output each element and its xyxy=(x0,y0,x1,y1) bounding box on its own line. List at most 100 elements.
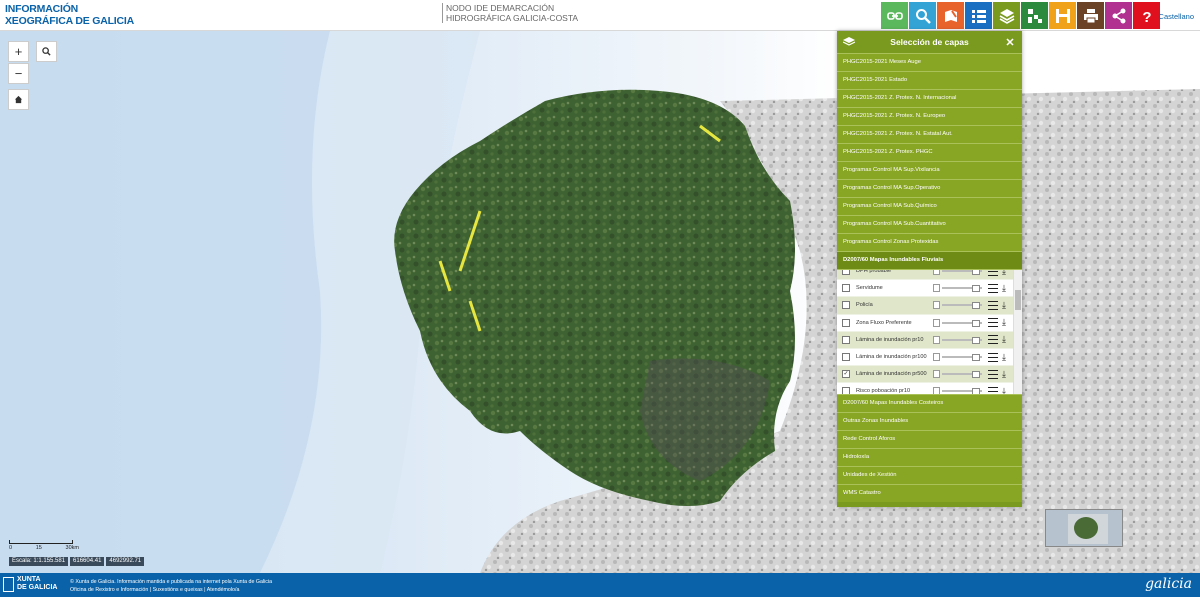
zoom-in-button[interactable]: + xyxy=(8,41,29,62)
close-icon[interactable]: ✕ xyxy=(998,36,1022,49)
opacity-slider[interactable] xyxy=(942,336,982,344)
legend-icon[interactable] xyxy=(988,352,998,362)
legend-icon[interactable] xyxy=(988,369,998,379)
opacity-box[interactable] xyxy=(933,335,940,344)
layer-checkbox[interactable]: ✓ xyxy=(842,370,850,379)
download-icon[interactable]: ⤓ xyxy=(1002,335,1011,344)
galicia-logo[interactable]: galicia xyxy=(1145,576,1192,592)
sublayer-row: Policía ⤓ xyxy=(837,297,1022,315)
search-button[interactable] xyxy=(909,2,936,29)
list-button[interactable] xyxy=(965,2,992,29)
layer-checkbox[interactable] xyxy=(842,318,850,327)
layer-group[interactable]: PHGC2015-2021 Meses Auge xyxy=(837,53,1022,71)
layer-group[interactable]: PHGC2015-2021 Z. Protex. N. Estatal Aut. xyxy=(837,125,1022,143)
layer-group[interactable]: WMS Catastro xyxy=(837,484,1022,502)
download-icon[interactable]: ⤓ xyxy=(1002,270,1011,276)
layer-group[interactable]: Rede Control Aforos xyxy=(837,430,1022,448)
opacity-slider[interactable] xyxy=(942,388,982,394)
save-button[interactable] xyxy=(1049,2,1076,29)
help-button[interactable]: ? xyxy=(1133,2,1160,29)
layer-checkbox[interactable] xyxy=(842,353,850,362)
opacity-slider[interactable] xyxy=(942,302,982,310)
layer-group[interactable]: PHGC2015-2021 Estado xyxy=(837,71,1022,89)
scale-tick: 30km xyxy=(65,545,79,551)
share-button[interactable] xyxy=(1105,2,1132,29)
home-extent-button[interactable] xyxy=(8,89,29,110)
legend-icon[interactable] xyxy=(988,386,998,394)
opacity-slider[interactable] xyxy=(942,319,982,327)
opacity-box[interactable] xyxy=(933,370,940,379)
layer-group[interactable]: D2007/60 Mapas Inundables Costeiros xyxy=(837,394,1022,412)
slider-handle[interactable] xyxy=(972,319,980,327)
draw-icon xyxy=(944,9,957,22)
sublayer-scrollbar[interactable] xyxy=(1013,270,1022,394)
download-icon[interactable]: ⤓ xyxy=(1002,283,1011,293)
slider-handle[interactable] xyxy=(972,354,980,362)
overview-map[interactable] xyxy=(1045,509,1123,547)
download-icon[interactable]: ⤓ xyxy=(1002,318,1011,327)
layer-group[interactable]: Programas Control MA Sub.Cuantitativo xyxy=(837,215,1022,233)
layer-group[interactable]: Programas Control MA Sub.Químico xyxy=(837,197,1022,215)
layer-checkbox[interactable] xyxy=(842,335,850,344)
draw-button[interactable] xyxy=(937,2,964,29)
layer-group[interactable]: Outras Zonas Inundables xyxy=(837,412,1022,430)
brand-line-1: INFORMACIÓN xyxy=(5,3,79,15)
legend-icon[interactable] xyxy=(988,270,998,276)
sublayer-row: Zona Fluxo Preferente ⤓ xyxy=(837,315,1022,332)
opacity-slider[interactable] xyxy=(942,285,982,293)
opacity-box[interactable] xyxy=(933,387,940,394)
sublayer-row: ✓ Lámina de inundación pr500 ⤓ xyxy=(837,366,1022,384)
map-search-button[interactable] xyxy=(36,41,57,62)
legend-icon[interactable] xyxy=(988,300,998,310)
zoom-out-button[interactable]: − xyxy=(8,63,29,84)
layer-checkbox[interactable] xyxy=(842,301,850,310)
scrollbar-thumb[interactable] xyxy=(1015,290,1021,310)
site-brand[interactable]: INFORMACIÓN XEOGRÁFICA DE GALICIA xyxy=(5,3,134,27)
layer-checkbox[interactable] xyxy=(842,387,850,394)
opacity-slider[interactable] xyxy=(942,371,982,379)
legend-icon[interactable] xyxy=(988,335,998,345)
download-icon[interactable]: ⤓ xyxy=(1002,352,1011,362)
download-icon[interactable]: ⤓ xyxy=(1002,369,1011,379)
layer-group[interactable]: Programas Control MA Sup.Operativo xyxy=(837,179,1022,197)
slider-handle[interactable] xyxy=(972,285,980,293)
layer-group[interactable]: PHGC2015-2021 Z. Protex. N. Europeo xyxy=(837,107,1022,125)
legend-icon[interactable] xyxy=(988,318,998,328)
opacity-box[interactable] xyxy=(933,318,940,327)
map-tools-button[interactable] xyxy=(1021,2,1048,29)
download-icon[interactable]: ⤓ xyxy=(1002,300,1011,310)
layer-group[interactable]: Unidades de Xestión xyxy=(837,466,1022,484)
xunta-logo[interactable]: XUNTA DE GALICIA xyxy=(3,576,57,592)
slider-handle[interactable] xyxy=(972,302,980,310)
layer-group[interactable]: PHGC2015-2021 Z. Protex. N. Internaciona… xyxy=(837,89,1022,107)
language-selector[interactable]: Castellano xyxy=(1159,12,1194,21)
legend-icon[interactable] xyxy=(988,283,998,293)
link-button[interactable] xyxy=(881,2,908,29)
layers-button[interactable] xyxy=(993,2,1020,29)
download-icon[interactable]: ⤓ xyxy=(1002,386,1011,394)
opacity-box[interactable] xyxy=(933,301,940,310)
opacity-box[interactable] xyxy=(933,284,940,293)
layer-group[interactable]: Programas Control Zonas Protexidas xyxy=(837,233,1022,251)
layer-checkbox[interactable] xyxy=(842,270,850,276)
opacity-slider[interactable] xyxy=(942,270,982,276)
slider-handle[interactable] xyxy=(972,270,980,276)
layer-group[interactable]: Programas Control MA Sup.Vixilancia xyxy=(837,161,1022,179)
copyright-line-2[interactable]: Oficina de Rexistro e Información | Suxe… xyxy=(70,586,272,594)
slider-handle[interactable] xyxy=(972,336,980,344)
opacity-box[interactable] xyxy=(933,270,940,276)
overview-image xyxy=(1046,510,1122,546)
layer-groups-after: D2007/60 Mapas Inundables Costeiros Outra… xyxy=(837,394,1022,502)
layer-label: Policía xyxy=(856,302,873,309)
layer-checkbox[interactable] xyxy=(842,284,850,293)
opacity-box[interactable] xyxy=(933,353,940,362)
slider-handle[interactable] xyxy=(972,371,980,379)
layer-group[interactable]: Hidroloxía xyxy=(837,448,1022,466)
opacity-slider[interactable] xyxy=(942,354,982,362)
print-button[interactable] xyxy=(1077,2,1104,29)
layer-group[interactable]: PHGC2015-2021 Z. Protex. PHGC xyxy=(837,143,1022,161)
open-layer-group[interactable]: D2007/60 Mapas Inundables Fluviais xyxy=(837,251,1022,269)
slider-handle[interactable] xyxy=(972,388,980,394)
svg-text:?: ? xyxy=(1142,9,1151,24)
sublayer-row: Risco poboación pr10 ⤓ xyxy=(837,383,1022,394)
